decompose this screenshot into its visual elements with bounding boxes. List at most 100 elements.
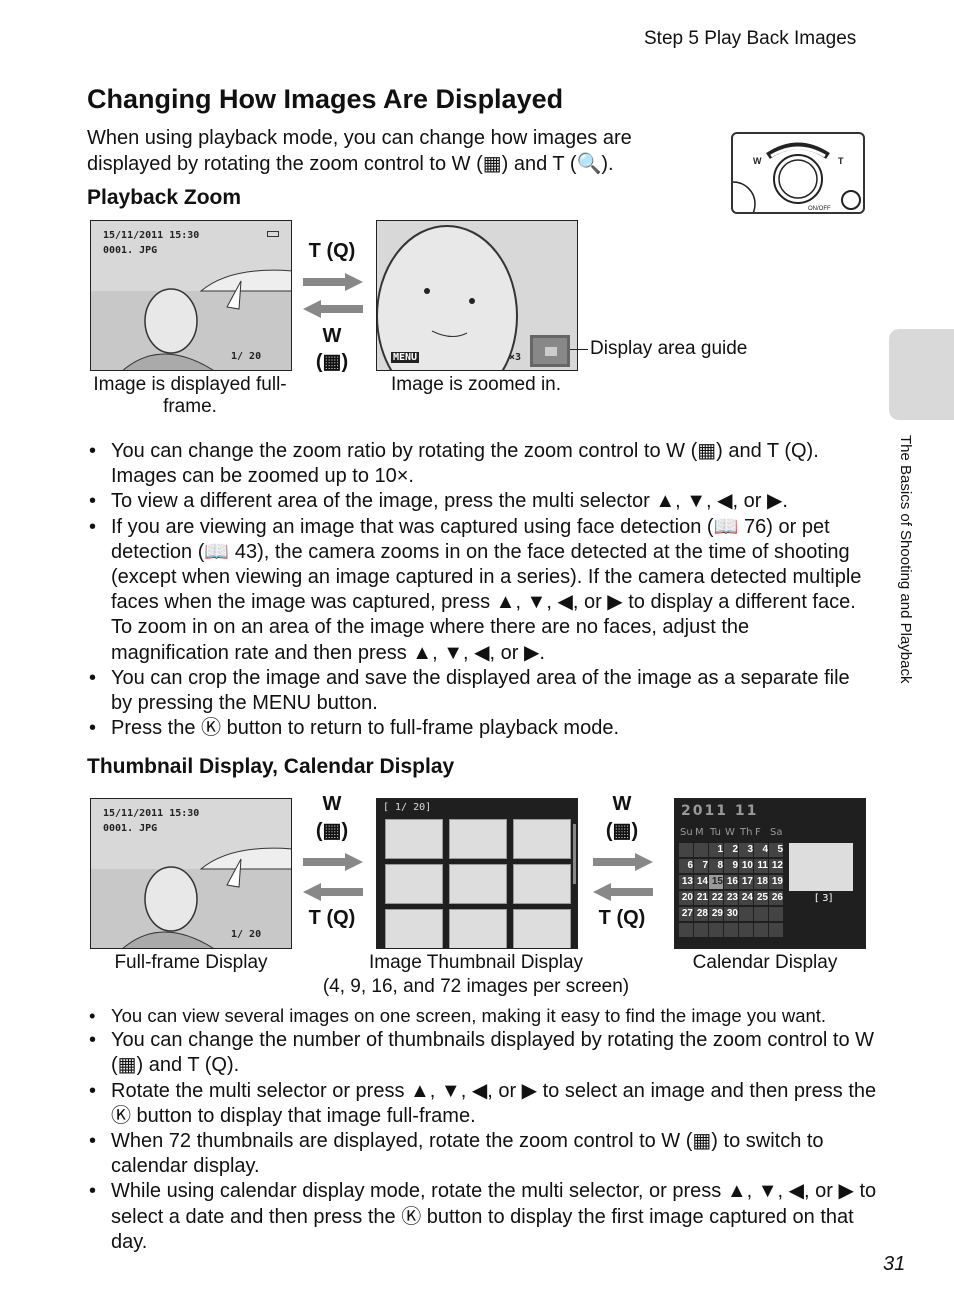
osd-counter: 1/ 20 — [231, 929, 262, 940]
calendar-day[interactable] — [709, 923, 723, 937]
calendar-day[interactable]: 25 — [754, 891, 768, 905]
calendar-weekday: Sa — [770, 827, 783, 838]
wide-label: W — [322, 793, 342, 815]
calendar-day[interactable]: 13 — [679, 875, 693, 889]
calendar-day[interactable] — [769, 907, 783, 921]
list-item: While using calendar display mode, rotat… — [87, 1179, 877, 1255]
calendar-day[interactable]: 11 — [754, 859, 768, 873]
calendar-day[interactable] — [769, 923, 783, 937]
thumbnail[interactable] — [385, 819, 443, 859]
calendar-weekday: Th — [740, 827, 753, 838]
calendar-day[interactable]: 27 — [679, 907, 693, 921]
calendar-day[interactable]: 20 — [679, 891, 693, 905]
svg-text:T: T — [838, 156, 844, 166]
fullframe-display-caption: Full-frame Display — [114, 952, 268, 973]
calendar-image-count: [ 3] — [815, 893, 833, 904]
thumbnail-bullet-list: You can view several images on one scree… — [87, 1003, 877, 1255]
thumbnail-icon-label: (▦) — [315, 351, 349, 373]
calendar-day[interactable]: 19 — [769, 875, 783, 889]
calendar-day[interactable]: 3 — [739, 843, 753, 857]
thumbnail[interactable] — [449, 864, 507, 904]
calendar-day[interactable]: 14 — [694, 875, 708, 889]
calendar-day[interactable]: 2 — [724, 843, 738, 857]
calendar-day[interactable] — [739, 907, 753, 921]
thumb-counter: [ 1/ 20] — [383, 802, 432, 813]
thumbnail[interactable] — [513, 909, 571, 948]
calendar-day[interactable]: 26 — [769, 891, 783, 905]
thumbnail[interactable] — [449, 819, 507, 859]
chapter-tab-label: The Basics of Shooting and Playback — [897, 435, 914, 684]
calendar-month: 2011 11 — [681, 803, 759, 819]
battery-icon — [267, 231, 279, 237]
arrow-right-icon — [303, 273, 363, 291]
leader-line — [570, 349, 588, 350]
zoom-bullet-list: You can change the zoom ratio by rotatin… — [87, 439, 867, 742]
arrow-left-icon — [593, 883, 653, 901]
calendar-day[interactable]: 23 — [724, 891, 738, 905]
calendar-caption: Calendar Display — [692, 952, 838, 973]
thumbnail[interactable] — [385, 864, 443, 904]
thumbnail[interactable] — [449, 909, 507, 948]
calendar-screen: 2011 11 Su M Tu W Th F Sa 1 2 3 4 5 6 7 8 9 10 11 12 13 14 15… — [674, 798, 866, 949]
osd-date: 15/11/2011 15:30 — [103, 230, 200, 241]
calendar-weekday: F — [755, 827, 761, 838]
calendar-day[interactable] — [724, 923, 738, 937]
calendar-day[interactable]: 29 — [709, 907, 723, 921]
calendar-day[interactable]: 24 — [739, 891, 753, 905]
thumbnail-icon-label: (▦) — [315, 820, 349, 842]
osd-filename: 0001. JPG — [103, 823, 158, 834]
list-item: When 72 thumbnails are displayed, rotate… — [87, 1129, 877, 1179]
scrollbar[interactable] — [573, 824, 576, 884]
calendar-weekday: M — [695, 827, 704, 838]
calendar-day[interactable]: 28 — [694, 907, 708, 921]
calendar-day[interactable]: 15 — [709, 875, 723, 889]
display-area-guide-label: Display area guide — [590, 338, 748, 359]
playback-zoom-heading: Playback Zoom — [87, 186, 242, 209]
calendar-day[interactable] — [754, 907, 768, 921]
calendar-day[interactable]: 16 — [724, 875, 738, 889]
calendar-preview-image — [789, 843, 853, 891]
list-item: To view a different area of the image, p… — [87, 489, 867, 514]
thumbnail-screen: [ 1/ 20] — [376, 798, 578, 949]
fullframe-screen: 15/11/2011 15:30 0001. JPG 1/ 20 — [90, 220, 292, 371]
running-header: Step 5 Play Back Images — [644, 28, 857, 49]
list-item: You can view several images on one scree… — [87, 1003, 877, 1028]
calendar-day[interactable] — [739, 923, 753, 937]
calendar-day[interactable] — [679, 843, 693, 857]
thumbnail[interactable] — [513, 819, 571, 859]
thumbnail[interactable] — [385, 909, 443, 948]
osd-counter: 1/ 20 — [231, 351, 262, 362]
list-item: You can change the number of thumbnails … — [87, 1028, 877, 1078]
osd-date: 15/11/2011 15:30 — [103, 808, 200, 819]
calendar-weekday: Su — [680, 827, 693, 838]
calendar-day[interactable]: 7 — [694, 859, 708, 873]
osd-zoom-ratio: ×3 — [509, 352, 522, 363]
calendar-day[interactable]: 4 — [754, 843, 768, 857]
calendar-day[interactable]: 21 — [694, 891, 708, 905]
thumbnail-heading: Thumbnail Display, Calendar Display — [87, 755, 455, 778]
list-item: Press the Ⓚ button to return to full-fra… — [87, 716, 867, 741]
calendar-day[interactable]: 6 — [679, 859, 693, 873]
zoomed-caption: Image is zoomed in. — [390, 374, 562, 395]
page-number: 31 — [883, 1253, 906, 1275]
calendar-day[interactable]: 10 — [739, 859, 753, 873]
calendar-day[interactable]: 9 — [724, 859, 738, 873]
calendar-day[interactable]: 8 — [709, 859, 723, 873]
calendar-day[interactable] — [754, 923, 768, 937]
calendar-day[interactable] — [694, 923, 708, 937]
calendar-day[interactable]: 18 — [754, 875, 768, 889]
fullframe-caption: Image is displayed full-frame. — [93, 374, 287, 417]
calendar-day[interactable]: 1 — [709, 843, 723, 857]
calendar-day[interactable]: 5 — [769, 843, 783, 857]
zoomed-screen: MENU ×3 — [376, 220, 578, 371]
arrow-left-icon — [303, 883, 363, 901]
thumbnail[interactable] — [513, 864, 571, 904]
wide-label: W — [612, 793, 632, 815]
calendar-day[interactable]: 30 — [724, 907, 738, 921]
calendar-day[interactable]: 22 — [709, 891, 723, 905]
calendar-day[interactable]: 17 — [739, 875, 753, 889]
osd-menu: MENU — [391, 352, 420, 363]
calendar-day[interactable] — [694, 843, 708, 857]
calendar-day[interactable] — [679, 923, 693, 937]
calendar-day[interactable]: 12 — [769, 859, 783, 873]
